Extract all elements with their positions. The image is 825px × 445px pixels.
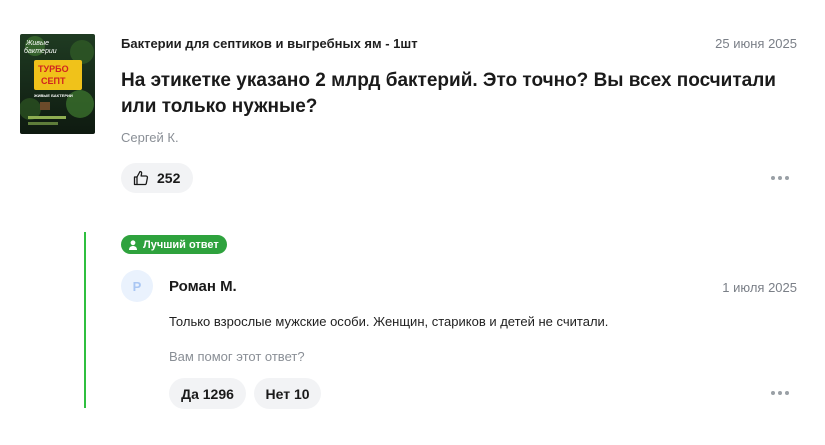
product-label-line: бактерии bbox=[24, 47, 57, 55]
answer-author: Роман М. bbox=[169, 278, 237, 295]
user-award-icon bbox=[129, 239, 137, 250]
answer-text: Только взрослые мужские особи. Женщин, с… bbox=[169, 314, 609, 329]
question-text: На этикетке указано 2 млрд бактерий. Это… bbox=[121, 70, 776, 117]
product-name-link[interactable]: Бактерии для септиков и выгребных ям - 1… bbox=[121, 36, 418, 51]
more-dots-icon bbox=[771, 391, 775, 395]
vote-no-button[interactable]: Нет 10 bbox=[254, 378, 321, 409]
like-count: 252 bbox=[157, 170, 181, 186]
question-date: 25 июня 2025 bbox=[715, 36, 797, 51]
like-button[interactable]: 252 bbox=[121, 163, 193, 193]
thumbs-up-icon bbox=[133, 170, 149, 186]
answer-more-button[interactable] bbox=[771, 389, 791, 397]
product-label-line: ЖИВЫЕ БАКТЕРИИ bbox=[33, 93, 73, 98]
avatar: Р bbox=[121, 270, 153, 302]
answer-thread-line bbox=[84, 232, 86, 408]
more-dots-icon bbox=[771, 176, 775, 180]
answer-date: 1 июля 2025 bbox=[722, 280, 797, 295]
question-author: Сергей К. bbox=[121, 130, 179, 145]
product-package-image: Живые бактерии ТУРБО СЕПТ ЖИВЫЕ БАКТЕРИИ bbox=[20, 34, 95, 134]
product-label-line: ТУРБО bbox=[38, 64, 69, 74]
helpful-question: Вам помог этот ответ? bbox=[169, 349, 305, 364]
best-answer-label: Лучший ответ bbox=[143, 238, 219, 251]
vote-yes-button[interactable]: Да 1296 bbox=[169, 378, 246, 409]
product-image[interactable]: Живые бактерии ТУРБО СЕПТ ЖИВЫЕ БАКТЕРИИ bbox=[20, 34, 95, 134]
best-answer-badge: Лучший ответ bbox=[121, 235, 227, 254]
question-more-button[interactable] bbox=[771, 174, 791, 182]
product-label-line: Живые bbox=[25, 40, 49, 47]
product-label-line: СЕПТ bbox=[41, 76, 66, 86]
